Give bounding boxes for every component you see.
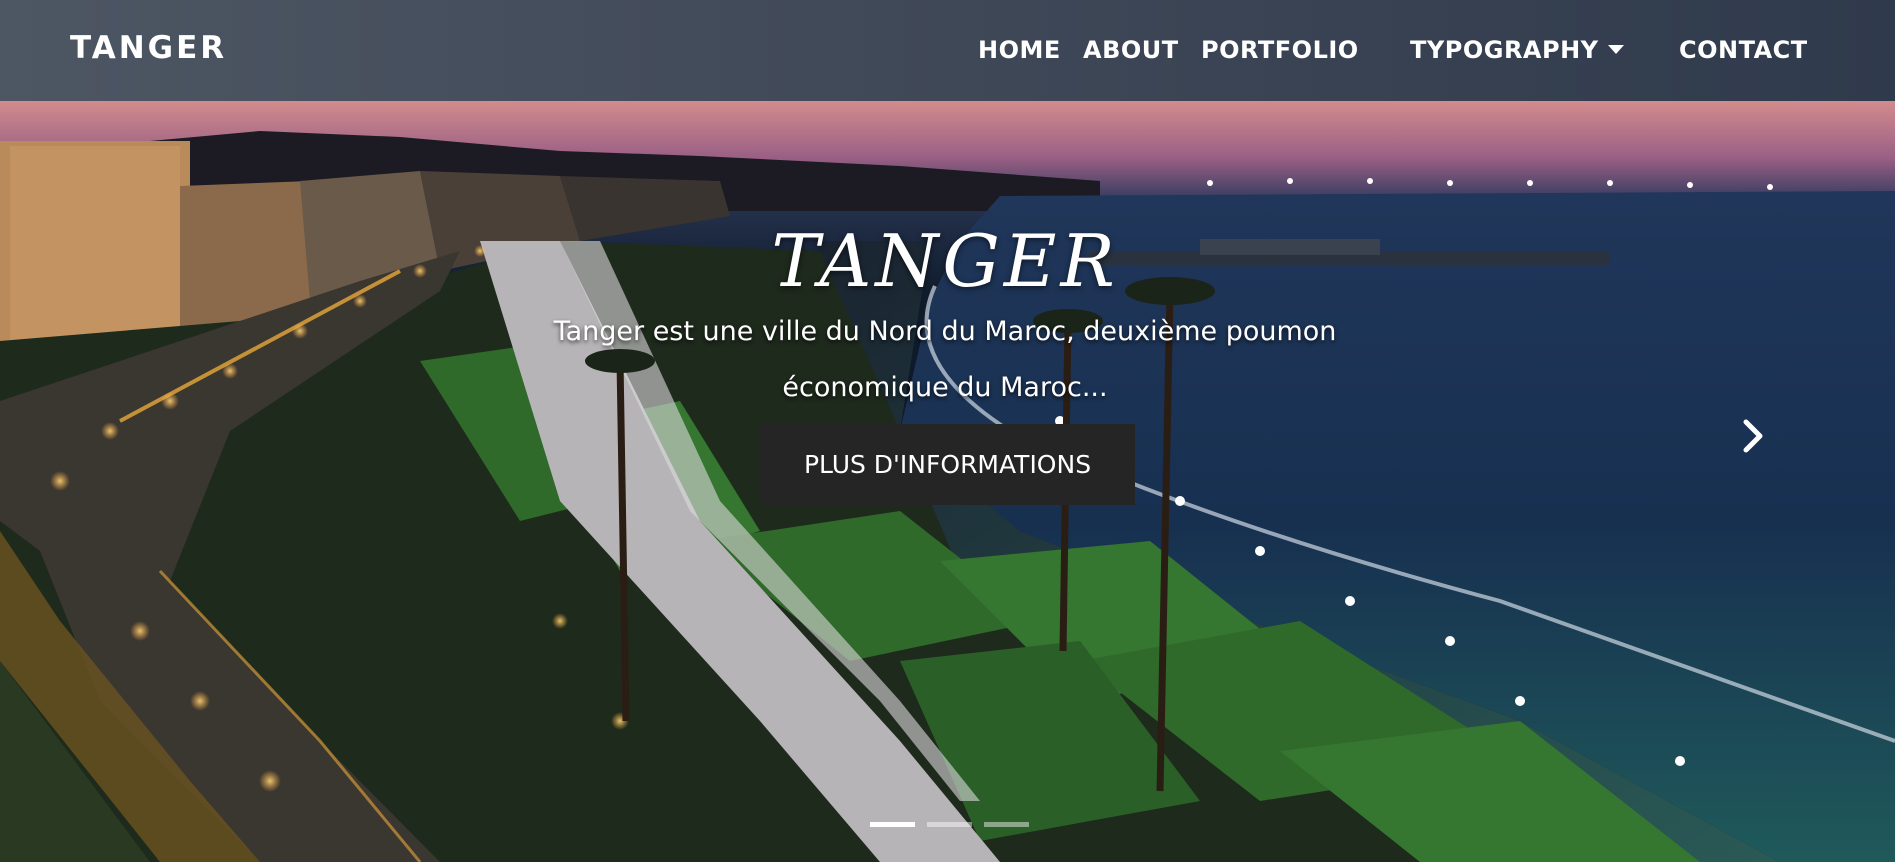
top-navbar: TANGER HOME ABOUT PORTFOLIO TYPOGRAPHY C… xyxy=(0,0,1895,101)
caret-down-icon xyxy=(1607,44,1624,54)
carousel-indicator-3[interactable] xyxy=(984,822,1029,827)
nav-typography-label: TYPOGRAPHY xyxy=(1410,36,1599,64)
brand-logo[interactable]: TANGER xyxy=(70,30,227,66)
chevron-right-icon[interactable] xyxy=(1738,416,1768,456)
carousel-indicator-1[interactable] xyxy=(870,822,915,827)
nav-about[interactable]: ABOUT xyxy=(1083,36,1179,64)
hero-carousel: TANGER Tanger est une ville du Nord du M… xyxy=(0,101,1895,862)
nav-portfolio[interactable]: PORTFOLIO xyxy=(1201,36,1359,64)
carousel-indicator-2[interactable] xyxy=(927,822,972,827)
carousel-text-line-1: Tanger est une ville du Nord du Maroc, d… xyxy=(553,316,1337,347)
carousel-title: TANGER xyxy=(771,219,1119,303)
more-info-button[interactable]: PLUS D'INFORMATIONS xyxy=(760,424,1135,505)
carousel-caption: TANGER Tanger est une ville du Nord du M… xyxy=(520,221,1370,413)
nav-home[interactable]: HOME xyxy=(978,36,1061,64)
nav-contact[interactable]: CONTACT xyxy=(1679,36,1808,64)
carousel-text-line-2: économique du Maroc... xyxy=(782,372,1108,403)
nav-typography-dropdown[interactable]: TYPOGRAPHY xyxy=(1410,36,1624,64)
carousel-indicators xyxy=(870,822,1029,828)
